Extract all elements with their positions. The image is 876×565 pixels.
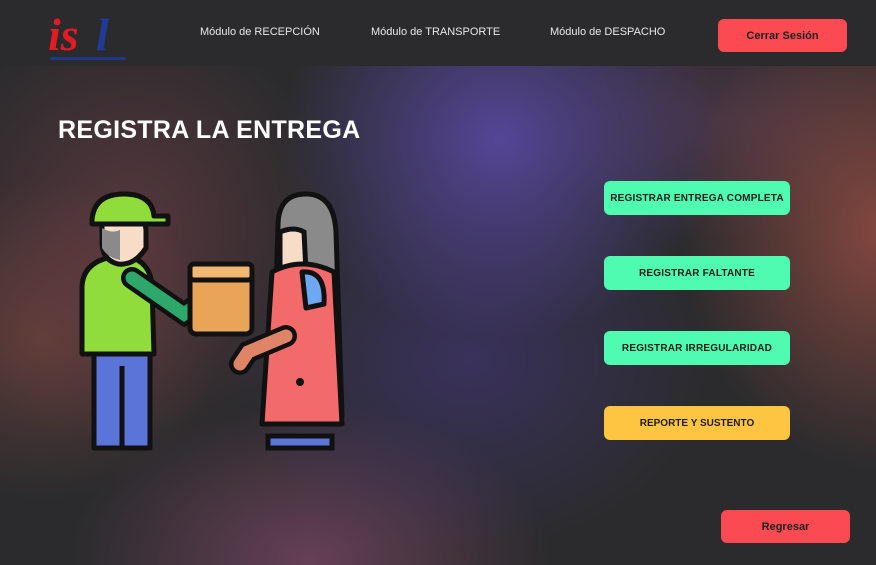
register-irregularity-button[interactable]: REGISTRAR IRREGULARIDAD: [604, 331, 790, 365]
register-complete-delivery-button[interactable]: REGISTRAR ENTREGA COMPLETA: [604, 181, 790, 215]
delivery-handover-icon: [72, 186, 362, 452]
delivery-illustration-svg: [79, 191, 345, 451]
logo-letter-l: l: [96, 9, 109, 60]
top-navbar: is l Módulo de RECEPCIÓN Módulo de TRANS…: [0, 0, 876, 66]
logout-button[interactable]: Cerrar Sesión: [718, 19, 847, 52]
nav-recepcion[interactable]: Módulo de RECEPCIÓN: [200, 26, 320, 38]
page-title: REGISTRA LA ENTREGA: [58, 116, 361, 144]
report-and-support-button[interactable]: REPORTE Y SUSTENTO: [604, 406, 790, 440]
nav-despacho[interactable]: Módulo de DESPACHO: [550, 26, 665, 38]
isl-logo[interactable]: is l: [46, 6, 130, 64]
back-button[interactable]: Regresar: [721, 510, 850, 543]
register-missing-button[interactable]: REGISTRAR FALTANTE: [604, 256, 790, 290]
logo-letters-is: is: [48, 9, 79, 60]
logo-underline: [50, 57, 126, 60]
nav-transporte[interactable]: Módulo de TRANSPORTE: [371, 26, 500, 38]
isl-logo-icon: is l: [48, 9, 126, 60]
